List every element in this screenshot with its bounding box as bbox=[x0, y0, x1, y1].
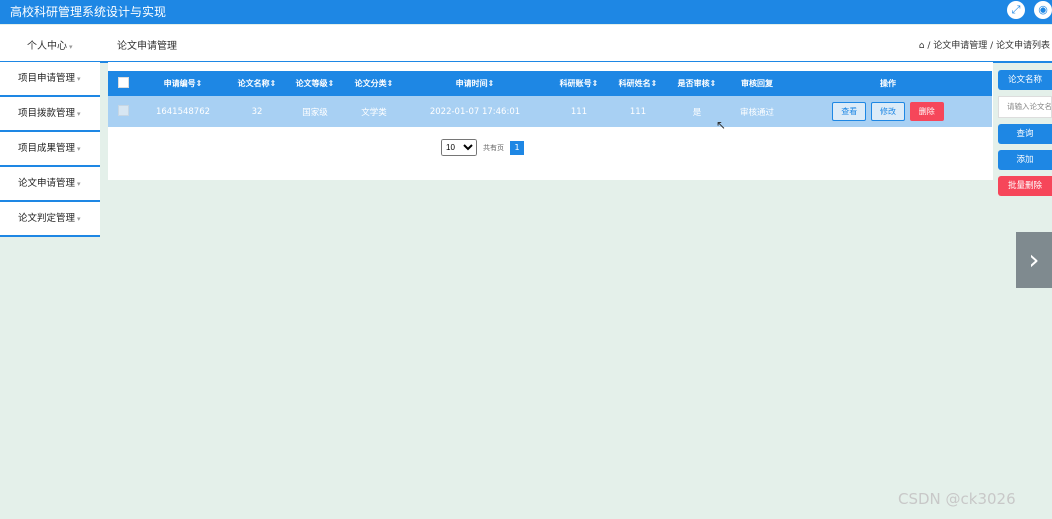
nav-bar: 个人中心 ▾ 论文申请管理 ⌂ / 论文申请管理 / 论文申请列表 bbox=[0, 25, 1052, 63]
top-header: 高校科研管理系统设计与实现 ⤢ ◉ bbox=[0, 0, 1052, 24]
sidebar-item-project-apply[interactable]: 项目申请管理 ▾ bbox=[0, 62, 100, 97]
personal-center-menu[interactable]: 个人中心 ▾ bbox=[27, 37, 73, 52]
delete-button[interactable]: 删除 bbox=[909, 102, 944, 121]
cell-category: 文学类 bbox=[361, 107, 387, 118]
section-title: 论文申请管理 bbox=[117, 41, 177, 52]
table-row: 1641548762 32 国家级 文学类 2022-01-07 17:46:0… bbox=[108, 96, 992, 127]
cell-researcher: 111 bbox=[629, 106, 647, 117]
search-input[interactable]: 请输入论文名称 bbox=[998, 96, 1052, 118]
chevron-right-icon[interactable]: › bbox=[1016, 232, 1052, 288]
pagination: 10 共有页 1 bbox=[441, 139, 524, 156]
query-button[interactable]: 查询 bbox=[998, 124, 1052, 144]
col-header-account[interactable]: 科研账号⇕ bbox=[546, 71, 612, 96]
cell-actions: 查看 修改 删除 bbox=[784, 96, 992, 127]
view-button[interactable]: 查看 bbox=[832, 102, 867, 121]
col-header-reply: 审核回复 bbox=[741, 79, 773, 88]
total-pages-text: 共有页 bbox=[483, 143, 504, 152]
edit-button[interactable]: 修改 bbox=[871, 102, 905, 121]
col-header-researcher[interactable]: 科研姓名⇕ bbox=[612, 71, 664, 96]
search-panel: 论文名称 请输入论文名称 查询 添加 批量删除 bbox=[998, 70, 1052, 202]
breadcrumb: ⌂ / 论文申请管理 / 论文申请列表 bbox=[918, 41, 1050, 51]
user-icon[interactable]: ◉ bbox=[1034, 1, 1052, 19]
col-header-level[interactable]: 论文等级⇕ bbox=[286, 71, 344, 96]
home-icon[interactable]: ⌂ bbox=[919, 41, 925, 51]
add-button[interactable]: 添加 bbox=[998, 150, 1052, 170]
content-panel: 申请编号⇕ 论文名称⇕ 论文等级⇕ 论文分类⇕ 申请时间⇕ 科研账号⇕ 科研姓名… bbox=[108, 62, 993, 180]
col-header-id[interactable]: 申请编号⇕ bbox=[138, 71, 228, 96]
sidebar-item-paper-apply[interactable]: 论文申请管理 ▾ bbox=[0, 167, 100, 202]
cell-id: 1641548762 bbox=[155, 106, 211, 117]
search-label: 论文名称 bbox=[998, 70, 1052, 90]
col-header-reviewed[interactable]: 是否审核⇕ bbox=[664, 71, 730, 96]
page-button-current[interactable]: 1 bbox=[510, 140, 524, 155]
col-header-category[interactable]: 论文分类⇕ bbox=[344, 71, 404, 96]
watermark-text: CSDN @ck3026 bbox=[898, 490, 1016, 508]
sidebar-item-paper-judge[interactable]: 论文判定管理 ▾ bbox=[0, 202, 100, 237]
chevron-down-icon: ▾ bbox=[77, 180, 81, 188]
row-checkbox[interactable] bbox=[117, 104, 129, 116]
table-header-row: 申请编号⇕ 论文名称⇕ 论文等级⇕ 论文分类⇕ 申请时间⇕ 科研账号⇕ 科研姓名… bbox=[108, 71, 992, 96]
chevron-down-icon: ▾ bbox=[77, 145, 81, 153]
chevron-down-icon: ▾ bbox=[69, 43, 73, 51]
cell-level: 国家级 bbox=[302, 107, 328, 118]
paper-apply-table: 申请编号⇕ 论文名称⇕ 论文等级⇕ 论文分类⇕ 申请时间⇕ 科研账号⇕ 科研姓名… bbox=[108, 71, 992, 127]
sidebar: 项目申请管理 ▾ 项目拨款管理 ▾ 项目成果管理 ▾ 论文申请管理 ▾ 论文判定管理 ▾ bbox=[0, 62, 100, 237]
chevron-down-icon: ▾ bbox=[77, 110, 81, 118]
sidebar-item-project-funding[interactable]: 项目拨款管理 ▾ bbox=[0, 97, 100, 132]
chevron-down-icon: ▾ bbox=[77, 215, 81, 223]
col-header-time[interactable]: 申请时间⇕ bbox=[404, 71, 546, 96]
batch-delete-button[interactable]: 批量删除 bbox=[998, 176, 1052, 196]
select-all-checkbox[interactable] bbox=[117, 77, 129, 88]
chevron-down-icon: ▾ bbox=[77, 75, 81, 83]
fullscreen-icon[interactable]: ⤢ bbox=[1007, 1, 1025, 19]
page-size-select[interactable]: 10 bbox=[441, 139, 477, 156]
cell-account: 111 bbox=[570, 106, 588, 117]
cell-time: 2022-01-07 17:46:01 bbox=[429, 106, 521, 117]
app-title: 高校科研管理系统设计与实现 bbox=[10, 5, 167, 19]
col-header-name[interactable]: 论文名称⇕ bbox=[228, 71, 286, 96]
mouse-cursor-icon: ↖ bbox=[716, 118, 727, 132]
cell-name: 32 bbox=[251, 106, 263, 117]
sidebar-item-project-results[interactable]: 项目成果管理 ▾ bbox=[0, 132, 100, 167]
col-header-actions: 操作 bbox=[880, 79, 896, 88]
cell-reply: 审核通过 bbox=[739, 107, 774, 118]
